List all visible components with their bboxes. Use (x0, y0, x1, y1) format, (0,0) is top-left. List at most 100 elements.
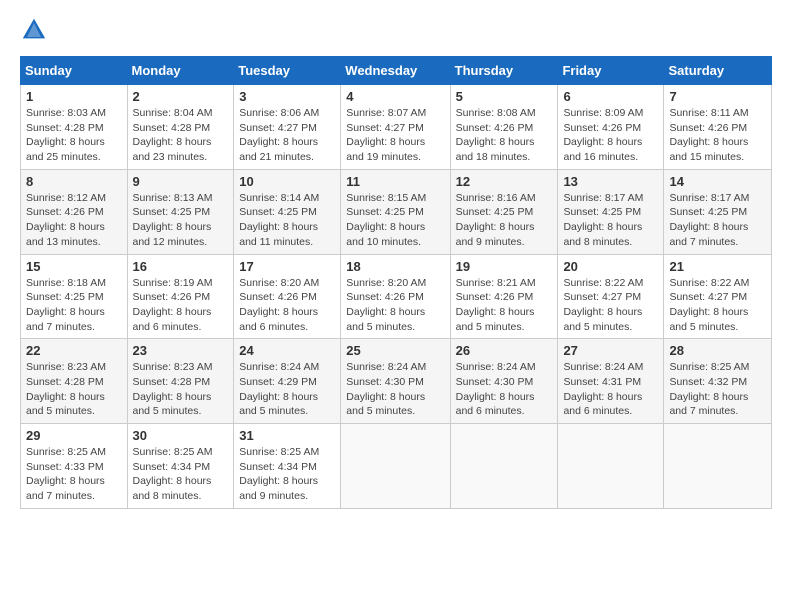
day-number: 27 (563, 343, 658, 358)
day-info: Sunrise: 8:21 AM Sunset: 4:26 PM Dayligh… (456, 276, 553, 335)
day-info: Sunrise: 8:22 AM Sunset: 4:27 PM Dayligh… (669, 276, 766, 335)
calendar-day-cell: 4 Sunrise: 8:07 AM Sunset: 4:27 PM Dayli… (341, 85, 450, 170)
calendar-day-cell: 26 Sunrise: 8:24 AM Sunset: 4:30 PM Dayl… (450, 339, 558, 424)
calendar-day-cell: 2 Sunrise: 8:04 AM Sunset: 4:28 PM Dayli… (127, 85, 234, 170)
calendar-day-cell (450, 424, 558, 509)
day-number: 14 (669, 174, 766, 189)
weekday-header: Friday (558, 57, 664, 85)
day-info: Sunrise: 8:14 AM Sunset: 4:25 PM Dayligh… (239, 191, 335, 250)
day-number: 4 (346, 89, 444, 104)
weekday-header: Wednesday (341, 57, 450, 85)
weekday-header: Tuesday (234, 57, 341, 85)
day-number: 13 (563, 174, 658, 189)
calendar-week-row: 29 Sunrise: 8:25 AM Sunset: 4:33 PM Dayl… (21, 424, 772, 509)
calendar-day-cell (341, 424, 450, 509)
weekday-header: Monday (127, 57, 234, 85)
calendar-day-cell: 7 Sunrise: 8:11 AM Sunset: 4:26 PM Dayli… (664, 85, 772, 170)
calendar-day-cell: 24 Sunrise: 8:24 AM Sunset: 4:29 PM Dayl… (234, 339, 341, 424)
day-info: Sunrise: 8:24 AM Sunset: 4:30 PM Dayligh… (456, 360, 553, 419)
day-info: Sunrise: 8:23 AM Sunset: 4:28 PM Dayligh… (26, 360, 122, 419)
calendar-day-cell: 30 Sunrise: 8:25 AM Sunset: 4:34 PM Dayl… (127, 424, 234, 509)
calendar-day-cell: 23 Sunrise: 8:23 AM Sunset: 4:28 PM Dayl… (127, 339, 234, 424)
day-number: 3 (239, 89, 335, 104)
calendar-day-cell: 28 Sunrise: 8:25 AM Sunset: 4:32 PM Dayl… (664, 339, 772, 424)
calendar-day-cell: 13 Sunrise: 8:17 AM Sunset: 4:25 PM Dayl… (558, 169, 664, 254)
day-info: Sunrise: 8:04 AM Sunset: 4:28 PM Dayligh… (133, 106, 229, 165)
day-number: 8 (26, 174, 122, 189)
day-info: Sunrise: 8:17 AM Sunset: 4:25 PM Dayligh… (669, 191, 766, 250)
day-info: Sunrise: 8:06 AM Sunset: 4:27 PM Dayligh… (239, 106, 335, 165)
calendar-day-cell: 8 Sunrise: 8:12 AM Sunset: 4:26 PM Dayli… (21, 169, 128, 254)
day-number: 10 (239, 174, 335, 189)
day-number: 28 (669, 343, 766, 358)
calendar-week-row: 22 Sunrise: 8:23 AM Sunset: 4:28 PM Dayl… (21, 339, 772, 424)
day-number: 11 (346, 174, 444, 189)
day-info: Sunrise: 8:19 AM Sunset: 4:26 PM Dayligh… (133, 276, 229, 335)
day-number: 5 (456, 89, 553, 104)
day-number: 29 (26, 428, 122, 443)
day-info: Sunrise: 8:15 AM Sunset: 4:25 PM Dayligh… (346, 191, 444, 250)
calendar-week-row: 15 Sunrise: 8:18 AM Sunset: 4:25 PM Dayl… (21, 254, 772, 339)
day-number: 22 (26, 343, 122, 358)
day-number: 19 (456, 259, 553, 274)
calendar-day-cell: 27 Sunrise: 8:24 AM Sunset: 4:31 PM Dayl… (558, 339, 664, 424)
day-number: 15 (26, 259, 122, 274)
calendar-week-row: 8 Sunrise: 8:12 AM Sunset: 4:26 PM Dayli… (21, 169, 772, 254)
calendar-day-cell: 6 Sunrise: 8:09 AM Sunset: 4:26 PM Dayli… (558, 85, 664, 170)
day-number: 25 (346, 343, 444, 358)
weekday-header: Saturday (664, 57, 772, 85)
calendar-table: SundayMondayTuesdayWednesdayThursdayFrid… (20, 56, 772, 509)
weekday-header: Thursday (450, 57, 558, 85)
weekday-header: Sunday (21, 57, 128, 85)
calendar-header-row: SundayMondayTuesdayWednesdayThursdayFrid… (21, 57, 772, 85)
day-info: Sunrise: 8:07 AM Sunset: 4:27 PM Dayligh… (346, 106, 444, 165)
calendar-day-cell: 14 Sunrise: 8:17 AM Sunset: 4:25 PM Dayl… (664, 169, 772, 254)
calendar-day-cell: 10 Sunrise: 8:14 AM Sunset: 4:25 PM Dayl… (234, 169, 341, 254)
day-number: 16 (133, 259, 229, 274)
day-info: Sunrise: 8:16 AM Sunset: 4:25 PM Dayligh… (456, 191, 553, 250)
day-info: Sunrise: 8:03 AM Sunset: 4:28 PM Dayligh… (26, 106, 122, 165)
day-info: Sunrise: 8:20 AM Sunset: 4:26 PM Dayligh… (239, 276, 335, 335)
day-number: 6 (563, 89, 658, 104)
calendar-day-cell: 17 Sunrise: 8:20 AM Sunset: 4:26 PM Dayl… (234, 254, 341, 339)
calendar-day-cell: 19 Sunrise: 8:21 AM Sunset: 4:26 PM Dayl… (450, 254, 558, 339)
calendar-day-cell: 20 Sunrise: 8:22 AM Sunset: 4:27 PM Dayl… (558, 254, 664, 339)
day-info: Sunrise: 8:25 AM Sunset: 4:32 PM Dayligh… (669, 360, 766, 419)
day-number: 9 (133, 174, 229, 189)
day-info: Sunrise: 8:23 AM Sunset: 4:28 PM Dayligh… (133, 360, 229, 419)
day-info: Sunrise: 8:20 AM Sunset: 4:26 PM Dayligh… (346, 276, 444, 335)
calendar-day-cell: 29 Sunrise: 8:25 AM Sunset: 4:33 PM Dayl… (21, 424, 128, 509)
day-number: 18 (346, 259, 444, 274)
calendar-day-cell: 5 Sunrise: 8:08 AM Sunset: 4:26 PM Dayli… (450, 85, 558, 170)
day-number: 23 (133, 343, 229, 358)
day-number: 20 (563, 259, 658, 274)
day-info: Sunrise: 8:25 AM Sunset: 4:33 PM Dayligh… (26, 445, 122, 504)
day-info: Sunrise: 8:12 AM Sunset: 4:26 PM Dayligh… (26, 191, 122, 250)
day-info: Sunrise: 8:11 AM Sunset: 4:26 PM Dayligh… (669, 106, 766, 165)
day-info: Sunrise: 8:08 AM Sunset: 4:26 PM Dayligh… (456, 106, 553, 165)
calendar-day-cell: 25 Sunrise: 8:24 AM Sunset: 4:30 PM Dayl… (341, 339, 450, 424)
day-number: 1 (26, 89, 122, 104)
calendar-day-cell (664, 424, 772, 509)
calendar-day-cell (558, 424, 664, 509)
calendar-day-cell: 21 Sunrise: 8:22 AM Sunset: 4:27 PM Dayl… (664, 254, 772, 339)
logo-icon (20, 16, 48, 44)
calendar-day-cell: 15 Sunrise: 8:18 AM Sunset: 4:25 PM Dayl… (21, 254, 128, 339)
day-number: 24 (239, 343, 335, 358)
calendar-day-cell: 1 Sunrise: 8:03 AM Sunset: 4:28 PM Dayli… (21, 85, 128, 170)
day-info: Sunrise: 8:13 AM Sunset: 4:25 PM Dayligh… (133, 191, 229, 250)
day-info: Sunrise: 8:24 AM Sunset: 4:30 PM Dayligh… (346, 360, 444, 419)
calendar-day-cell: 12 Sunrise: 8:16 AM Sunset: 4:25 PM Dayl… (450, 169, 558, 254)
calendar-day-cell: 9 Sunrise: 8:13 AM Sunset: 4:25 PM Dayli… (127, 169, 234, 254)
calendar-day-cell: 18 Sunrise: 8:20 AM Sunset: 4:26 PM Dayl… (341, 254, 450, 339)
header (20, 16, 772, 44)
day-info: Sunrise: 8:24 AM Sunset: 4:29 PM Dayligh… (239, 360, 335, 419)
calendar-day-cell: 31 Sunrise: 8:25 AM Sunset: 4:34 PM Dayl… (234, 424, 341, 509)
calendar-day-cell: 3 Sunrise: 8:06 AM Sunset: 4:27 PM Dayli… (234, 85, 341, 170)
day-number: 31 (239, 428, 335, 443)
calendar-day-cell: 16 Sunrise: 8:19 AM Sunset: 4:26 PM Dayl… (127, 254, 234, 339)
logo (20, 16, 52, 44)
day-number: 7 (669, 89, 766, 104)
day-number: 30 (133, 428, 229, 443)
day-info: Sunrise: 8:09 AM Sunset: 4:26 PM Dayligh… (563, 106, 658, 165)
